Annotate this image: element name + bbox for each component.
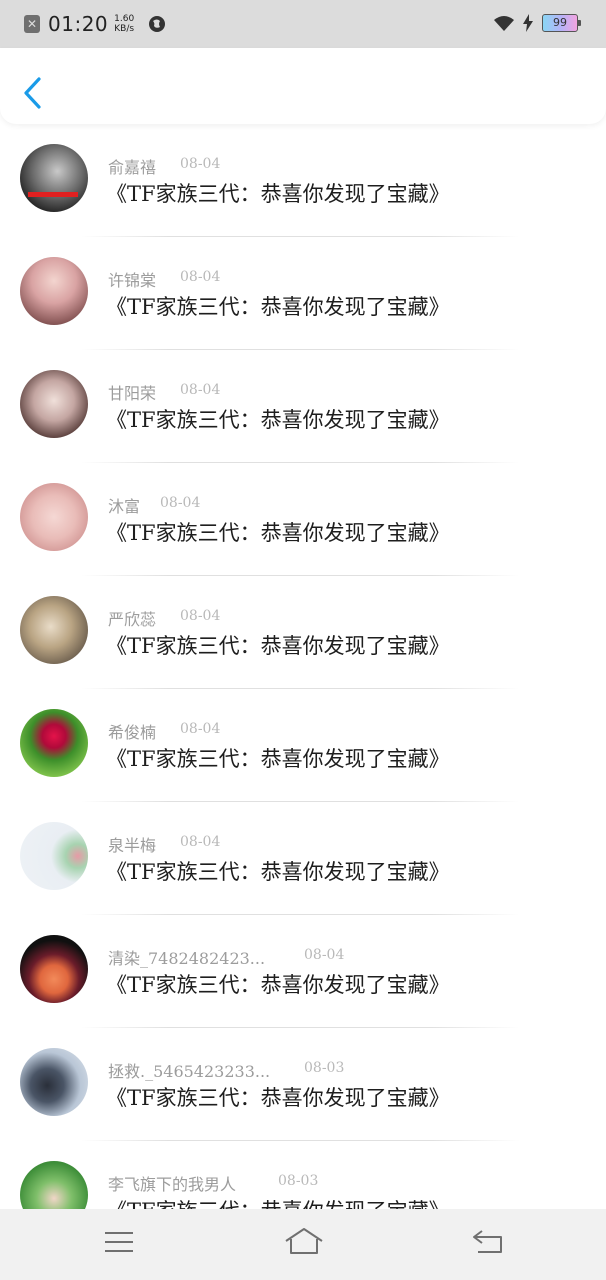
list-item[interactable]: 李飞旗下的我男人 08-03 《TF家族三代：恭喜你发现了宝藏》 [0,1141,606,1209]
user-name: 沐富 [108,497,141,516]
user-name: 希俊楠 [108,723,157,742]
chevron-left-icon[interactable] [20,76,46,110]
avatar[interactable] [20,935,88,1003]
comment-date: 08-04 [160,495,201,511]
status-bar: ✕ 01:20 1.60 KB/s 99 [0,0,606,48]
comment-title: 《TF家族三代：恭喜你发现了宝藏》 [106,182,450,206]
list-item[interactable]: 希俊楠 08-04 《TF家族三代：恭喜你发现了宝藏》 [0,689,606,802]
comment-date: 08-04 [180,608,221,624]
top-header [0,48,606,124]
battery-icon: 99 [542,14,581,32]
comment-title: 《TF家族三代：恭喜你发现了宝藏》 [106,1086,450,1110]
comment-date: 08-03 [304,1060,345,1076]
comment-date: 08-04 [180,156,221,172]
avatar[interactable] [20,596,88,664]
avatar[interactable] [20,483,88,551]
avatar[interactable] [20,1048,88,1116]
list-item[interactable]: 甘阳荣 08-04 《TF家族三代：恭喜你发现了宝藏》 [0,350,606,463]
user-name: 泉半梅 [108,836,157,855]
charging-icon [523,14,533,32]
user-name: 许锦棠 [108,271,157,290]
comment-date: 08-03 [278,1173,319,1189]
wifi-icon [494,16,514,31]
comment-title: 《TF家族三代：恭喜你发现了宝藏》 [106,860,450,884]
avatar[interactable] [20,370,88,438]
menu-icon[interactable] [104,1227,134,1257]
user-name: 俞嘉禧 [108,158,157,177]
user-name: 严欣蕊 [108,610,157,629]
comment-title: 《TF家族三代：恭喜你发现了宝藏》 [106,408,450,432]
list-item[interactable]: 泉半梅 08-04 《TF家族三代：恭喜你发现了宝藏》 [0,802,606,915]
comment-title: 《TF家族三代：恭喜你发现了宝藏》 [106,521,450,545]
comment-list: 俞嘉禧 08-04 《TF家族三代：恭喜你发现了宝藏》 许锦棠 08-04 《T… [0,124,606,1209]
battery-level: 99 [553,16,567,29]
status-time: 01:20 [48,12,109,36]
list-item[interactable]: 拯救._5465423233... 08-03 《TF家族三代：恭喜你发现了宝藏… [0,1028,606,1141]
comment-date: 08-04 [180,834,221,850]
list-item[interactable]: 严欣蕊 08-04 《TF家族三代：恭喜你发现了宝藏》 [0,576,606,689]
network-speed-unit: KB/s [114,24,135,34]
avatar[interactable] [20,257,88,325]
comment-date: 08-04 [180,269,221,285]
comment-date: 08-04 [180,721,221,737]
list-item[interactable]: 沐富 08-04 《TF家族三代：恭喜你发现了宝藏》 [0,463,606,576]
comment-date: 08-04 [180,382,221,398]
list-item[interactable]: 俞嘉禧 08-04 《TF家族三代：恭喜你发现了宝藏》 [0,124,606,237]
list-item[interactable]: 许锦棠 08-04 《TF家族三代：恭喜你发现了宝藏》 [0,237,606,350]
user-name: 清染_7482482423... [108,949,266,968]
network-speed: 1.60 KB/s [114,14,134,34]
user-name: 拯救._5465423233... [108,1062,271,1081]
user-name: 甘阳荣 [108,384,157,403]
avatar[interactable] [20,709,88,777]
comment-title: 《TF家族三代：恭喜你发现了宝藏》 [106,295,450,319]
close-notification-icon: ✕ [24,15,40,33]
back-icon[interactable] [472,1227,504,1257]
avatar[interactable] [20,822,88,890]
avatar[interactable] [20,1161,88,1209]
comment-title: 《TF家族三代：恭喜你发现了宝藏》 [106,1195,450,1209]
comment-date: 08-04 [304,947,345,963]
user-name: 李飞旗下的我男人 [108,1175,237,1194]
comment-title: 《TF家族三代：恭喜你发现了宝藏》 [106,973,450,997]
network-speed-value: 1.60 [114,14,135,24]
comment-title: 《TF家族三代：恭喜你发现了宝藏》 [106,634,450,658]
globe-icon [149,16,166,32]
list-item[interactable]: 清染_7482482423... 08-04 《TF家族三代：恭喜你发现了宝藏》 [0,915,606,1028]
home-icon[interactable] [284,1227,324,1259]
navigation-bar [0,1209,606,1280]
avatar[interactable] [20,144,88,212]
comment-title: 《TF家族三代：恭喜你发现了宝藏》 [106,747,450,771]
